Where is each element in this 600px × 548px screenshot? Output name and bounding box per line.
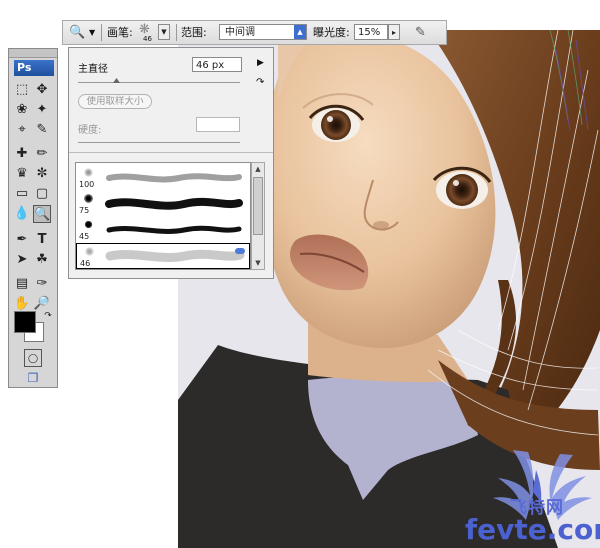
crop-tool-icon[interactable]: ⌖ <box>13 121 31 139</box>
reset-icon[interactable]: ↷ <box>256 77 264 88</box>
move-tool-icon[interactable]: ✥ <box>33 81 51 99</box>
exposure-value: 15% <box>358 27 381 38</box>
exposure-label: 曝光度: <box>313 26 350 39</box>
exposure-slider-button[interactable]: ▸ <box>388 24 400 40</box>
path-selection-icon[interactable]: ➤ <box>13 251 31 269</box>
history-brush-icon[interactable]: ✼ <box>33 165 51 183</box>
screen-mode-icon[interactable]: ❐ <box>24 369 42 387</box>
use-sample-size-label: 使用取样大小 <box>86 96 144 107</box>
panel-grip[interactable] <box>9 49 57 58</box>
brush-tip-icon <box>85 247 94 256</box>
custom-shape-icon[interactable]: ☘ <box>33 251 51 269</box>
magic-wand-tool-icon[interactable]: ✦ <box>33 101 51 119</box>
diameter-slider-thumb[interactable] <box>113 78 120 83</box>
master-diameter-input[interactable]: 46 px <box>192 57 242 72</box>
blur-tool-icon[interactable]: 💧 <box>13 205 31 223</box>
options-separator <box>176 24 177 41</box>
master-diameter-value: 46 px <box>196 60 225 71</box>
dodge-tool-icon[interactable]: 🔍 <box>33 205 51 223</box>
scrollbar-thumb[interactable] <box>253 177 263 235</box>
type-tool-icon[interactable]: T <box>33 231 51 249</box>
eyedropper-tool-icon[interactable]: ✑ <box>33 275 51 293</box>
scroll-up-arrow-icon[interactable]: ▲ <box>252 163 264 175</box>
diameter-slider-track[interactable] <box>78 82 240 83</box>
brush-preset-size: 100 <box>79 180 95 189</box>
hardness-input[interactable] <box>196 117 240 132</box>
brush-preset-item[interactable]: 45 <box>76 217 250 243</box>
slice-tool-icon[interactable]: ✎ <box>33 121 51 139</box>
brush-stroke-preview <box>105 197 243 210</box>
brush-preset-size: 75 <box>79 206 90 215</box>
section-divider <box>69 152 273 153</box>
brush-preset-item[interactable]: 75 <box>76 191 250 217</box>
brush-picker-dropdown[interactable]: ▼ <box>158 24 170 40</box>
brush-preset-picker: 主直径 46 px ▶ ↷ 使用取样大小 硬度: 100 75 45 46 ▲ … <box>68 47 274 279</box>
master-diameter-label: 主直径 <box>78 64 108 75</box>
exposure-input[interactable]: 15% <box>354 24 388 40</box>
brush-tip-icon <box>84 220 93 229</box>
chevron-down-icon: ▲ <box>294 25 306 39</box>
brush-preset-size: 45 <box>79 232 90 241</box>
eraser-tool-icon[interactable]: ▭ <box>13 185 31 203</box>
pen-tool-icon[interactable]: ✒ <box>13 231 31 249</box>
brush-tip-icon <box>84 194 93 203</box>
range-select-value: 中间调 <box>225 27 255 38</box>
brush-stroke-preview <box>105 249 245 262</box>
notes-tool-icon[interactable]: ▤ <box>13 275 31 293</box>
hardness-label: 硬度: <box>78 125 102 136</box>
quick-mask-icon[interactable]: ◯ <box>24 349 42 367</box>
tool-options-bar: 🔍 ▼ 画笔: ❋ 46 ▼ 范围: 中间调 ▲ 曝光度: 15% ▸ ✎ <box>62 20 447 45</box>
resize-handle-icon[interactable] <box>235 248 245 254</box>
tool-preset-chevron-down-icon[interactable]: ▼ <box>89 21 95 44</box>
hardness-slider-track[interactable] <box>78 142 240 143</box>
swap-colors-icon[interactable]: ↷ <box>39 307 57 325</box>
magnifier-tool-icon[interactable]: 🔍 <box>69 21 85 44</box>
foreground-color-swatch[interactable] <box>14 311 36 333</box>
brush-preset-size: 46 <box>80 259 91 268</box>
marquee-tool-icon[interactable]: ⬚ <box>13 81 31 99</box>
panel-menu-arrow-icon[interactable]: ▶ <box>257 58 264 68</box>
photoshop-logo[interactable]: Ps <box>14 60 54 76</box>
brush-stroke-preview <box>106 225 242 234</box>
range-label: 范围: <box>181 26 207 39</box>
use-sample-size-button[interactable]: 使用取样大小 <box>78 94 152 109</box>
options-separator <box>101 24 102 41</box>
clone-stamp-icon[interactable]: ♛ <box>13 165 31 183</box>
airbrush-icon[interactable]: ✎ <box>415 21 426 44</box>
brush-tool-icon[interactable]: ✏ <box>33 145 51 163</box>
brush-preset-item-selected[interactable]: 46 <box>76 243 250 269</box>
brush-preset-item[interactable]: 100 <box>76 165 250 191</box>
brush-presets-list: 100 75 45 46 <box>75 162 251 270</box>
gradient-tool-icon[interactable]: ▢ <box>33 185 51 203</box>
lasso-tool-icon[interactable]: ❀ <box>13 101 31 119</box>
range-select[interactable]: 中间调 ▲ <box>219 24 307 40</box>
brush-label: 画笔: <box>107 26 133 39</box>
tools-panel: Ps ⬚ ✥ ❀ ✦ ⌖ ✎ ✚ ✏ ♛ ✼ ▭ ▢ 💧 🔍 ✒ T ➤ ☘ ▤… <box>8 48 58 388</box>
presets-scrollbar[interactable]: ▲ ▼ <box>251 162 265 270</box>
watermark-url: fevte.com <box>465 513 600 546</box>
scroll-down-arrow-icon[interactable]: ▼ <box>252 257 264 269</box>
brush-stroke-preview <box>106 173 242 183</box>
healing-brush-icon[interactable]: ✚ <box>13 145 31 163</box>
brush-tip-icon <box>84 168 93 177</box>
